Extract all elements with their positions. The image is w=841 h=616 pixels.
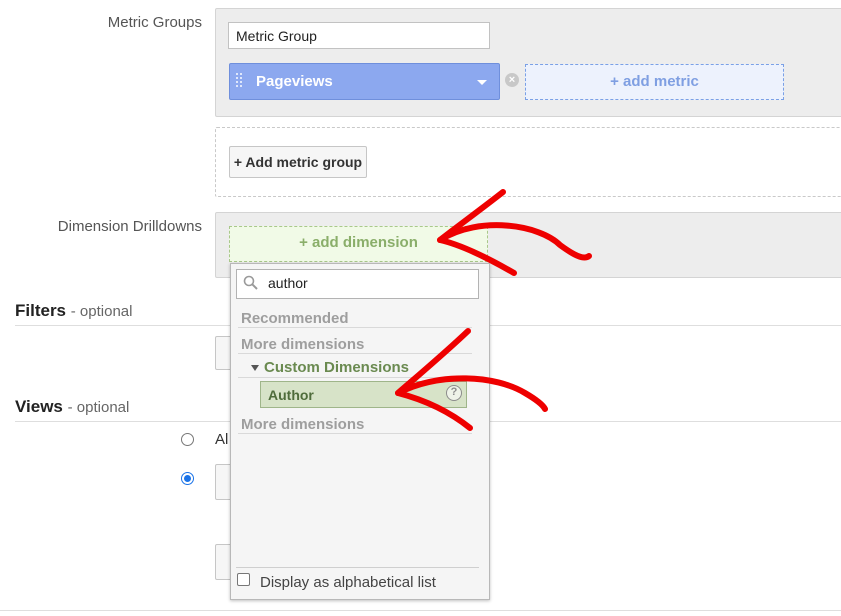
- add-dimension-button[interactable]: + add dimension: [229, 226, 488, 262]
- drag-handle-icon[interactable]: [236, 73, 238, 89]
- more-dimensions-heading-2[interactable]: More dimensions: [241, 416, 364, 433]
- filters-heading: Filters - optional: [15, 301, 132, 321]
- views-selected-radio[interactable]: [181, 472, 194, 485]
- custom-dimensions-category[interactable]: Custom Dimensions: [264, 359, 409, 376]
- metric-group-name-input[interactable]: Metric Group: [228, 22, 490, 49]
- more-dimensions-heading[interactable]: More dimensions: [241, 336, 364, 353]
- dimension-drilldowns-label: Dimension Drilldowns: [57, 218, 202, 235]
- dropdown-footer-divider: [236, 567, 479, 568]
- dropdown-divider: [238, 433, 472, 434]
- search-icon: [243, 275, 258, 290]
- dimension-search-input[interactable]: author: [236, 269, 479, 299]
- dropdown-divider: [238, 353, 472, 354]
- metric-groups-label: Metric Groups: [107, 14, 202, 31]
- recommended-heading: Recommended: [241, 310, 349, 327]
- filters-title: Filters: [15, 301, 67, 320]
- metric-pill-label: Pageviews: [256, 73, 333, 90]
- bottom-divider: [0, 610, 841, 611]
- dropdown-divider: [238, 327, 472, 328]
- dropdown-divider: [238, 377, 472, 378]
- chevron-down-icon[interactable]: [477, 80, 487, 85]
- views-title: Views: [15, 397, 63, 416]
- help-icon[interactable]: ?: [446, 385, 462, 401]
- metric-pill-pageviews[interactable]: Pageviews: [229, 63, 500, 100]
- views-all-label: Al: [215, 431, 229, 448]
- add-metric-group-button[interactable]: + Add metric group: [229, 146, 367, 178]
- filters-optional: - optional: [70, 303, 133, 320]
- alphabetical-list-label: Display as alphabetical list: [260, 574, 436, 591]
- dimension-option-author[interactable]: Author: [260, 381, 467, 408]
- alphabetical-list-checkbox[interactable]: [237, 573, 250, 586]
- views-heading: Views - optional: [15, 397, 129, 417]
- expand-triangle-icon[interactable]: [251, 365, 259, 371]
- remove-metric-icon[interactable]: ×: [505, 73, 519, 87]
- views-all-radio[interactable]: [181, 433, 194, 446]
- add-metric-button[interactable]: + add metric: [525, 64, 784, 100]
- views-optional: - optional: [67, 399, 130, 416]
